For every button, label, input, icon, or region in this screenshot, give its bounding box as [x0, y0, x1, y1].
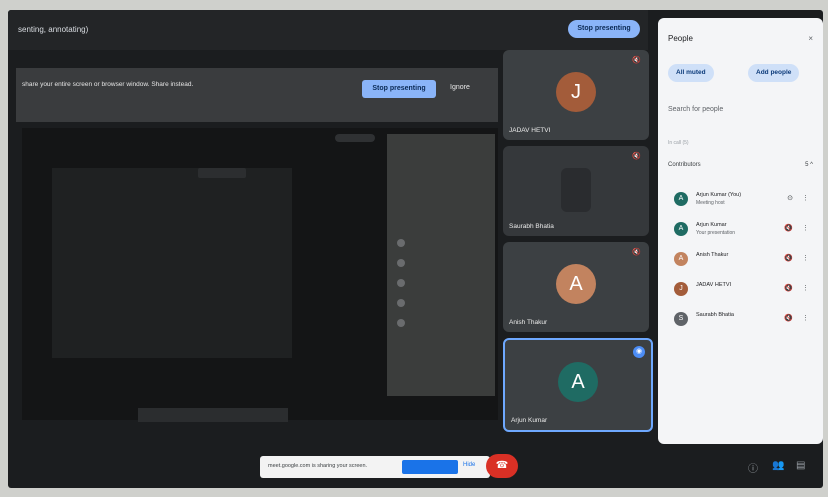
more-options-icon[interactable]: ⋮	[802, 194, 809, 202]
panel-dot	[397, 239, 405, 247]
avatar: S	[674, 312, 688, 326]
panel-dot	[397, 279, 405, 287]
list-item[interactable]: A Arjun Kumar (You) Meeting host ⊙ ⋮	[668, 188, 813, 212]
chevron-up-icon[interactable]: ^	[810, 162, 813, 168]
participant-name: JADAV HETVI	[509, 127, 551, 134]
all-muted-button[interactable]: All muted	[668, 64, 714, 82]
in-call-section-label: In call (5)	[668, 140, 689, 146]
participant-tile[interactable]: 🔇 J JADAV HETVI	[503, 50, 649, 140]
avatar: A	[556, 264, 596, 304]
participant-name: Anish Thakur	[696, 252, 729, 258]
more-options-icon[interactable]: ⋮	[802, 314, 809, 322]
participant-subtitle: Your presentation	[696, 230, 736, 236]
presenting-topbar: senting, annotating) Stop presenting	[8, 10, 648, 50]
list-item[interactable]: A Anish Thakur 🔇 ⋮	[668, 248, 813, 272]
panel-dot	[397, 299, 405, 307]
search-input[interactable]: Search for people	[668, 106, 723, 113]
shared-screen-preview	[22, 128, 498, 422]
participant-subtitle: Meeting host	[696, 200, 725, 206]
shared-content-block	[52, 168, 292, 358]
participant-name: Arjun Kumar	[696, 222, 727, 228]
shared-side-panel	[387, 134, 495, 396]
presenting-icon: ⊙	[787, 195, 793, 202]
end-call-button[interactable]: ☎	[486, 454, 518, 478]
more-options-icon[interactable]: ⋮	[802, 284, 809, 292]
avatar: J	[674, 282, 688, 296]
chat-icon[interactable]: ▤	[796, 460, 805, 471]
screen-share-notice: meet.google.com is sharing your screen. …	[260, 456, 490, 478]
mic-off-icon: 🔇	[632, 153, 641, 160]
share-warning-message: share your entire screen or browser wind…	[22, 81, 194, 88]
stop-presenting-button-top[interactable]: Stop presenting	[568, 20, 640, 38]
list-item[interactable]: J JADAV HETVI 🔇 ⋮	[668, 278, 813, 302]
shared-content-bar	[138, 408, 288, 422]
participant-tile[interactable]: 🔇 A Anish Thakur	[503, 242, 649, 332]
hide-button[interactable]: Hide	[463, 462, 475, 468]
close-icon[interactable]: ×	[808, 34, 813, 43]
people-panel: People × All muted Add people Search for…	[658, 18, 823, 444]
mic-off-icon[interactable]: 🔇	[784, 254, 793, 262]
more-options-icon[interactable]: ⋮	[802, 254, 809, 262]
presenting-status-text: senting, annotating)	[18, 25, 89, 34]
panel-dot	[397, 319, 405, 327]
participant-name: Arjun Kumar (You)	[696, 192, 742, 198]
mic-off-icon: 🔇	[632, 57, 641, 64]
ignore-button[interactable]: Ignore	[450, 84, 470, 91]
panel-dot	[397, 259, 405, 267]
participant-tile[interactable]: 🔇 Saurabh Bhatia	[503, 146, 649, 236]
shared-content-mini	[198, 168, 246, 178]
people-title: People	[668, 34, 693, 43]
shared-content-tab	[335, 134, 375, 142]
avatar: J	[556, 72, 596, 112]
avatar: A	[558, 362, 598, 402]
contributors-count[interactable]: 5 ^	[805, 162, 813, 168]
list-item[interactable]: A Arjun Kumar Your presentation 🔇 ⋮	[668, 218, 813, 242]
meeting-screen: senting, annotating) Stop presenting sha…	[8, 10, 823, 488]
list-item[interactable]: S Saurabh Bhatia 🔇 ⋮	[668, 308, 813, 332]
avatar: A	[674, 192, 688, 206]
info-icon[interactable]: ⓘ	[748, 460, 758, 475]
participant-name: Anish Thakur	[509, 319, 548, 326]
stop-presenting-button-banner[interactable]: Stop presenting	[362, 80, 436, 98]
mic-off-icon: 🔇	[632, 249, 641, 256]
share-warning-banner: share your entire screen or browser wind…	[16, 68, 498, 122]
contributors-label[interactable]: Contributors	[668, 162, 701, 168]
stop-sharing-button[interactable]	[402, 460, 458, 474]
participant-name: Saurabh Bhatia	[509, 223, 554, 230]
avatar: A	[674, 222, 688, 236]
screen-share-notice-text: meet.google.com is sharing your screen.	[268, 463, 368, 469]
add-people-button[interactable]: Add people	[748, 64, 800, 82]
avatar: A	[674, 252, 688, 266]
more-options-icon[interactable]: ⋮	[802, 224, 809, 232]
participant-tile-active[interactable]: ◉ A Arjun Kumar	[503, 338, 653, 432]
people-icon[interactable]: 👥	[772, 460, 784, 471]
presenting-icon: ◉	[633, 346, 645, 358]
mic-off-icon[interactable]: 🔇	[784, 314, 793, 322]
participant-name: Arjun Kumar	[511, 417, 548, 424]
mic-off-icon[interactable]: 🔇	[784, 284, 793, 292]
participant-name: JADAV HETVI	[696, 282, 732, 288]
participant-name: Saurabh Bhatia	[696, 312, 734, 318]
video-feed	[561, 168, 591, 212]
mic-off-icon[interactable]: 🔇	[784, 224, 793, 232]
